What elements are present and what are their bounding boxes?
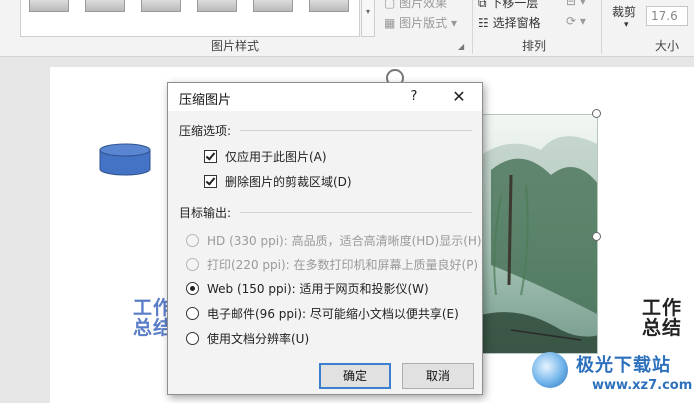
dialog-launcher-icon[interactable]: ◢ [458,42,464,51]
style-thumbnail[interactable] [85,0,125,12]
radio-use-document-resolution[interactable]: 使用文档分辨率(U) [186,329,309,347]
width-input[interactable]: 17.6 [646,6,688,26]
style-thumbnail[interactable] [309,0,349,12]
checkbox-apply-only-this-picture[interactable]: 仅应用于此图片(A) [204,147,327,165]
radio-print-220ppi: 打印(220 ppi): 在多数打印机和屏幕上质量良好(P) [186,255,478,273]
ok-button[interactable]: 确定 [319,363,391,389]
radio-selected-dot [190,285,195,291]
send-backward-button[interactable]: ⧉ 下移一层 [478,0,538,11]
selection-pane-button[interactable]: ☷ 选择窗格 [478,14,541,31]
group-label-arrange: 排列 [522,39,547,53]
picture-effects-icon: ▢ [384,0,400,10]
ribbon-separator [601,0,602,54]
site-watermark: 极光下载站 www.xz7.com [526,349,694,403]
watermark-url: www.xz7.com [592,378,693,393]
crop-button[interactable]: 裁剪 [612,3,636,20]
resize-handle[interactable] [592,232,601,241]
checkmark-icon [205,174,216,186]
radio-button[interactable] [186,331,199,345]
dialog-title: 压缩图片 [179,93,232,108]
style-thumbnail[interactable] [197,0,237,12]
gallery-more-button[interactable]: ▾ [361,0,375,37]
send-backward-icon: ⧉ [478,0,491,10]
help-button[interactable]: ? [404,86,424,108]
compress-pictures-dialog: 压缩图片 ? ✕ 压缩选项: 仅应用于此图片(A) 删除图片的剪裁区域(D) 目… [167,82,483,395]
dialog-titlebar[interactable]: 压缩图片 ? ✕ [168,83,482,111]
ribbon: ▾ ▢ 图片效果 ▦ 图片版式 ▾ 图片样式 ◢ ⧉ 下移一层 ☷ 选择窗格 ⊟… [0,0,694,57]
section-divider [240,212,472,213]
picture-effects-button[interactable]: ▢ 图片效果 [384,0,447,11]
cancel-button[interactable]: 取消 [402,363,474,389]
radio-button [186,257,199,271]
compression-options-label: 压缩选项: [179,124,232,138]
radio-hd-330ppi: HD (330 ppi): 高品质，适合高清晰度(HD)显示(H) [186,231,482,249]
radio-button[interactable] [186,306,199,320]
radio-button [186,233,199,247]
radio-email-96ppi[interactable]: 电子邮件(96 ppi): 尽可能缩小文档以便共享(E) [186,304,459,322]
section-divider [240,130,472,131]
target-output-label: 目标输出: [179,206,232,220]
chevron-down-icon: ▾ [447,16,458,30]
checkmark-icon [205,149,216,161]
slide-title-text-right[interactable]: 工作 总结 [642,298,682,338]
cylinder-shape[interactable] [99,143,151,176]
picture-layout-button[interactable]: ▦ 图片版式 ▾ [384,14,457,31]
style-thumbnail[interactable] [253,0,293,12]
checkbox-delete-cropped-areas[interactable]: 删除图片的剪裁区域(D) [204,172,352,190]
resize-handle[interactable] [592,109,601,118]
group-label-size: 大小 [655,39,680,53]
selection-pane-icon: ☷ [478,16,493,30]
close-button[interactable]: ✕ [448,86,470,108]
rotate-icon[interactable]: ⟳ ▾ [566,14,586,28]
style-thumbnail[interactable] [29,0,69,12]
style-thumbnail[interactable] [141,0,181,12]
crop-dropdown-icon[interactable]: ▾ [624,20,629,30]
ribbon-separator [472,0,473,54]
align-icon[interactable]: ⊟ ▾ [566,0,586,8]
group-label-picture-styles: 图片样式 [211,39,260,53]
picture-styles-gallery[interactable] [20,0,360,37]
watermark-title: 极光下载站 [576,355,671,376]
checkbox-box[interactable] [204,149,217,163]
watermark-logo-icon [532,352,568,388]
landscape-painting-image [481,136,597,353]
checkbox-box[interactable] [204,174,217,188]
selected-picture[interactable] [480,114,598,354]
radio-web-150ppi[interactable]: Web (150 ppi): 适用于网页和投影仪(W) [186,279,429,297]
radio-button[interactable] [186,281,199,295]
picture-layout-icon: ▦ [384,16,400,30]
